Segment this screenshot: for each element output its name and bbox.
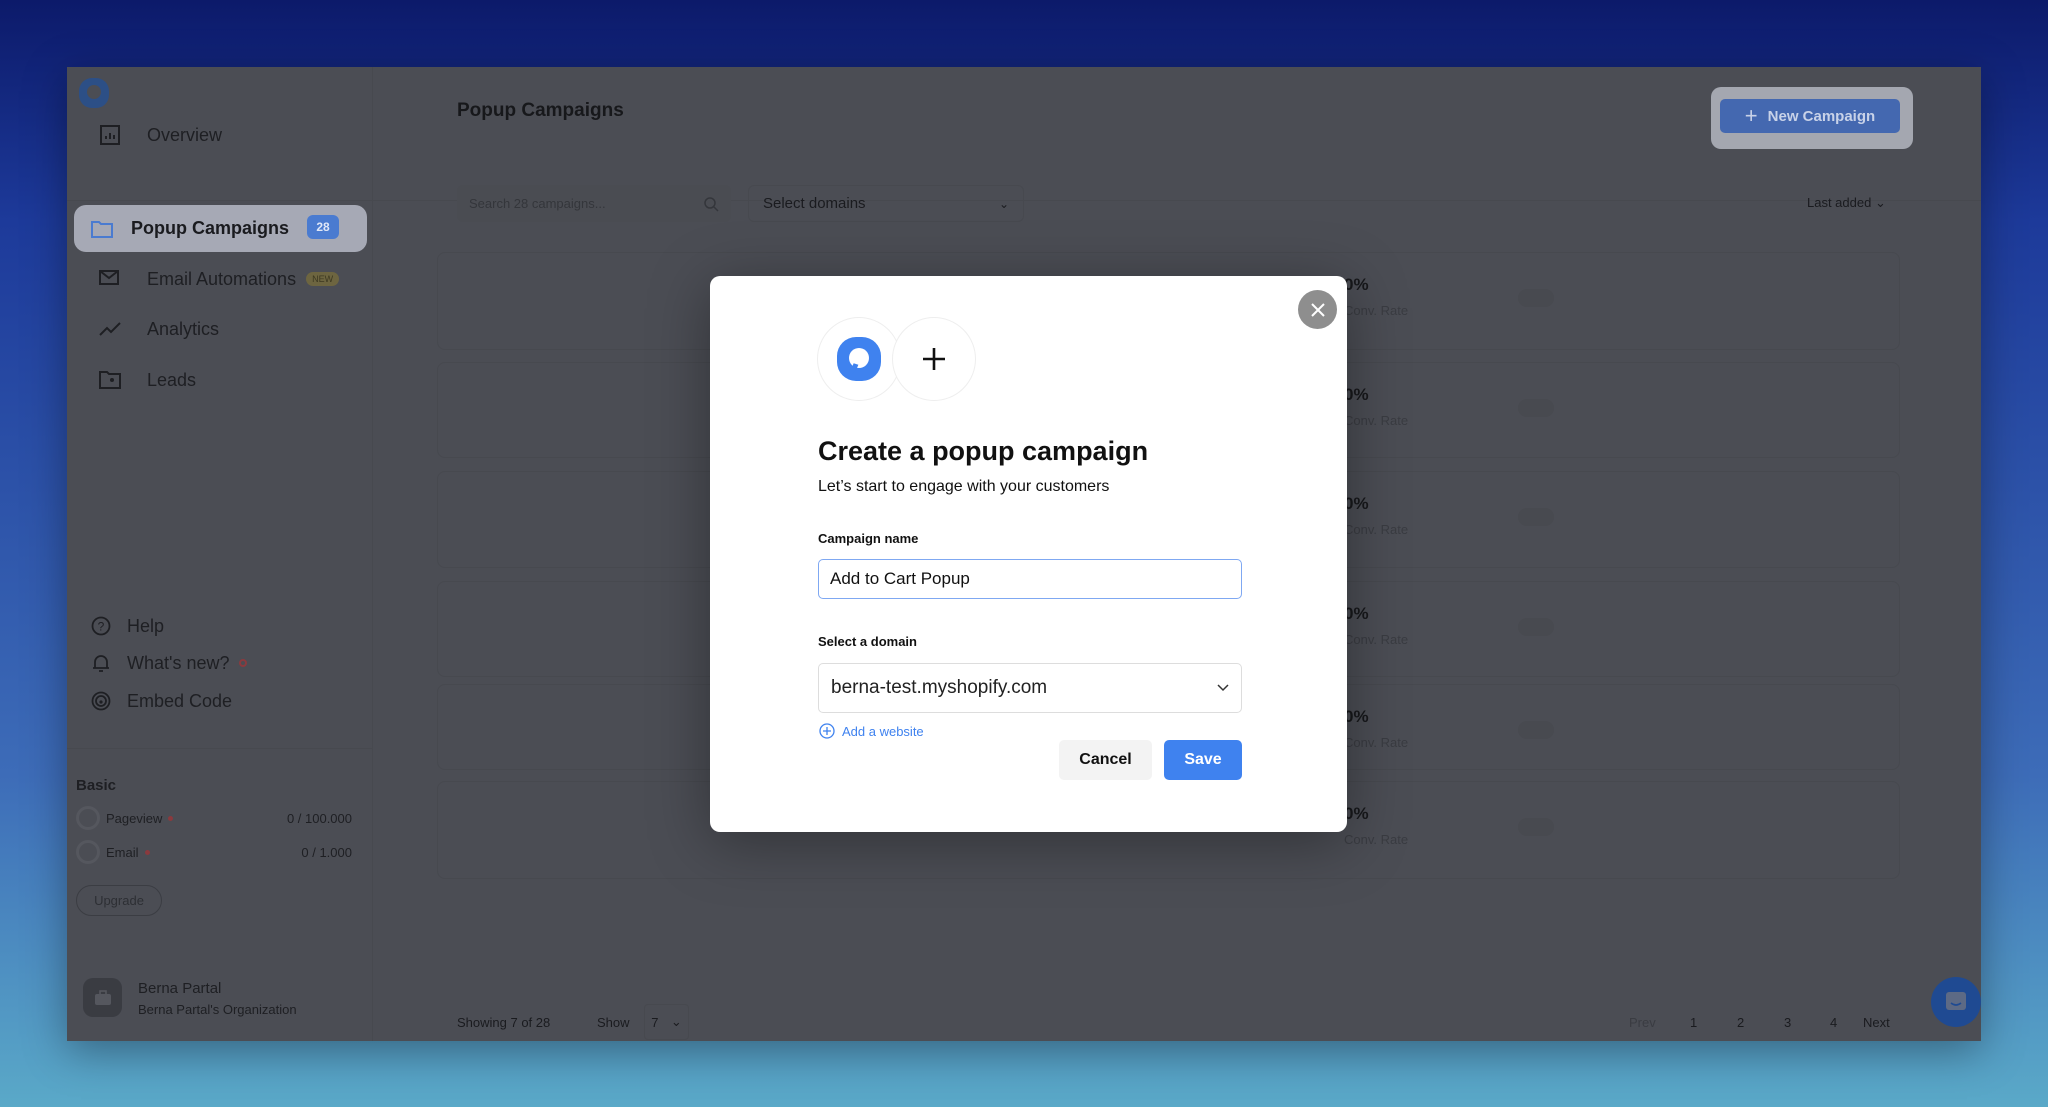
bell-icon <box>89 651 113 675</box>
per-page-select[interactable]: 7 ⌄ <box>644 1004 689 1040</box>
save-button[interactable]: Save <box>1164 740 1242 780</box>
notification-dot <box>239 659 248 667</box>
status-toggle[interactable] <box>1518 508 1554 526</box>
sidebar-item-overview[interactable]: Overview <box>67 115 222 155</box>
chat-button[interactable] <box>1931 977 1981 1027</box>
next-page[interactable]: Next <box>1863 1015 1890 1030</box>
app-logo-icon <box>837 337 881 381</box>
plus-icon: + <box>1744 103 1758 128</box>
status-toggle[interactable] <box>1518 721 1554 739</box>
briefcase-icon <box>94 989 111 1005</box>
domain-filter-select[interactable]: Select domains ⌄ <box>748 185 1024 222</box>
create-campaign-modal: Create a popup campaign Let’s start to e… <box>710 276 1347 832</box>
sidebar-item-popup-campaigns[interactable]: Popup Campaigns 28 <box>74 205 367 252</box>
prev-page[interactable]: Prev <box>1629 1015 1656 1030</box>
brand-logo-circle <box>817 317 901 401</box>
page-4[interactable]: 4 <box>1830 1015 1837 1030</box>
svg-text:?: ? <box>98 620 105 634</box>
add-circle <box>892 317 976 401</box>
broadcast-icon <box>89 689 113 713</box>
plus-circle-icon <box>819 723 835 739</box>
conv-rate-value: 0% <box>1344 275 1369 294</box>
search-input[interactable]: Search 28 campaigns... <box>457 185 731 222</box>
conv-rate-label: Conv. Rate <box>1344 832 1409 847</box>
folder-icon <box>91 220 115 238</box>
modal-title: Create a popup campaign <box>818 436 1149 466</box>
conv-rate-value: 0% <box>1344 804 1369 823</box>
show-label: Show <box>597 1015 630 1030</box>
domain-label: Select a domain <box>818 634 917 649</box>
sidebar: Overview Popup Campaigns 28 Email Automat… <box>67 67 373 1041</box>
sort-dropdown[interactable]: Last added ⌄ <box>1807 195 1886 211</box>
contact-folder-icon <box>98 368 122 392</box>
status-toggle[interactable] <box>1518 818 1554 836</box>
conv-rate-value: 0% <box>1344 604 1369 623</box>
campaign-count-badge: 28 <box>307 215 339 239</box>
plan-title: Basic <box>76 777 117 794</box>
conv-rate-label: Conv. Rate <box>1344 413 1409 428</box>
sidebar-item-analytics[interactable]: Analytics <box>67 309 219 349</box>
upgrade-button[interactable]: Upgrade <box>76 885 162 916</box>
add-website-link[interactable]: Add a website <box>819 723 924 739</box>
avatar[interactable] <box>83 978 122 1017</box>
conv-rate-value: 0% <box>1344 707 1369 726</box>
modal-subtitle: Let’s start to engage with your customer… <box>818 478 1110 495</box>
plus-icon <box>923 348 945 370</box>
page-2[interactable]: 2 <box>1737 1015 1744 1030</box>
help-icon: ? <box>89 614 113 638</box>
trend-icon <box>98 317 122 341</box>
status-toggle[interactable] <box>1518 289 1554 307</box>
conv-rate-label: Conv. Rate <box>1344 303 1409 318</box>
usage-email: Email 0 / 1.000 <box>76 840 352 864</box>
usage-ring <box>76 840 100 864</box>
chevron-down-icon: ⌄ <box>1874 195 1886 210</box>
conv-rate-label: Conv. Rate <box>1344 735 1409 750</box>
close-button[interactable] <box>1298 290 1337 329</box>
chart-icon <box>98 123 122 147</box>
chat-icon <box>1946 992 1966 1010</box>
org-name: Berna Partal's Organization <box>138 1002 297 1017</box>
campaign-name-label: Campaign name <box>818 531 919 546</box>
chevron-down-icon: ⌄ <box>998 196 1009 211</box>
chevron-down-icon <box>1217 684 1229 692</box>
new-campaign-button[interactable]: + New Campaign <box>1720 99 1900 133</box>
conv-rate-value: 0% <box>1344 385 1369 404</box>
sidebar-item-help[interactable]: ? Help <box>67 606 164 646</box>
chevron-down-icon: ⌄ <box>670 1014 682 1029</box>
app-logo-icon[interactable] <box>77 76 111 110</box>
search-icon <box>704 196 719 212</box>
campaign-name-input[interactable]: Add to Cart Popup <box>818 559 1242 599</box>
showing-count: Showing 7 of 28 <box>457 1015 551 1030</box>
close-icon <box>1310 302 1325 317</box>
cancel-button[interactable]: Cancel <box>1059 740 1152 780</box>
domain-select[interactable]: berna-test.myshopify.com <box>818 663 1242 713</box>
page-1[interactable]: 1 <box>1690 1015 1697 1030</box>
usage-ring <box>76 806 100 830</box>
sidebar-item-embed-code[interactable]: Embed Code <box>67 681 232 721</box>
page-title: Popup Campaigns <box>457 100 624 121</box>
sidebar-item-email-automations[interactable]: Email Automations NEW <box>67 259 340 299</box>
status-toggle[interactable] <box>1518 618 1554 636</box>
page-3[interactable]: 3 <box>1784 1015 1791 1030</box>
sidebar-item-whats-new[interactable]: What's new? <box>67 643 248 683</box>
conv-rate-label: Conv. Rate <box>1344 632 1409 647</box>
conv-rate-label: Conv. Rate <box>1344 522 1409 537</box>
status-toggle[interactable] <box>1518 399 1554 417</box>
usage-pageview: Pageview 0 / 100.000 <box>76 806 352 830</box>
mail-icon <box>98 267 122 291</box>
new-tag: NEW <box>306 272 340 286</box>
user-name: Berna Partal <box>138 980 222 997</box>
sidebar-item-leads[interactable]: Leads <box>67 360 196 400</box>
divider <box>67 748 373 749</box>
conv-rate-value: 0% <box>1344 494 1369 513</box>
